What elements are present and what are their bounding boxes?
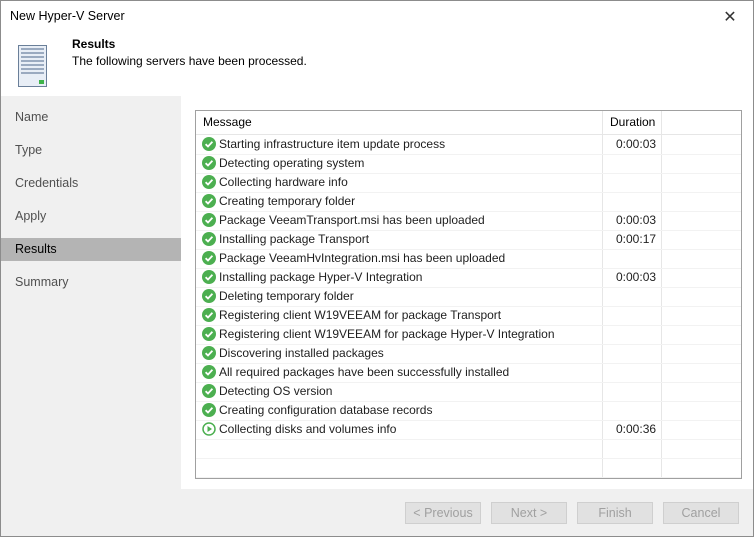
row-message: Collecting hardware info <box>219 175 348 189</box>
success-check-icon <box>202 175 216 189</box>
previous-button[interactable]: < Previous <box>405 502 481 524</box>
sidebar-item-name[interactable]: Name <box>1 106 181 129</box>
sidebar-item-apply[interactable]: Apply <box>1 205 181 228</box>
row-message: Discovering installed packages <box>219 346 384 360</box>
dialog-window: New Hyper-V Server ✕ Results The followi… <box>0 0 754 537</box>
row-message: Detecting operating system <box>219 156 365 170</box>
table-row[interactable]: Detecting OS version <box>196 382 741 402</box>
content-pane: Message Duration Starting infrastructure… <box>181 96 753 489</box>
success-check-icon <box>202 194 216 208</box>
row-message: Installing package Transport <box>219 232 370 246</box>
row-message: Registering client W19VEEAM for package … <box>219 327 555 341</box>
in-progress-icon <box>202 422 216 436</box>
row-message: Collecting disks and volumes info <box>219 422 397 436</box>
success-check-icon <box>202 156 216 170</box>
sidebar-item-summary[interactable]: Summary <box>1 271 181 294</box>
cancel-button[interactable]: Cancel <box>663 502 739 524</box>
table-row[interactable]: Deleting temporary folder <box>196 287 741 307</box>
title-bar: New Hyper-V Server ✕ <box>1 1 753 32</box>
page-title: Results <box>72 37 116 51</box>
table-row[interactable]: Starting infrastructure item update proc… <box>196 135 741 155</box>
row-message: Creating configuration database records <box>219 403 433 417</box>
finish-button[interactable]: Finish <box>577 502 653 524</box>
table-row[interactable]: Package VeeamHvIntegration.msi has been … <box>196 249 741 269</box>
table-row[interactable]: Collecting disks and volumes info 0:00:36 <box>196 420 741 440</box>
table-row[interactable]: Discovering installed packages <box>196 344 741 364</box>
row-duration: 0:00:36 <box>616 422 657 436</box>
table-row[interactable]: Registering client W19VEEAM for package … <box>196 325 741 345</box>
row-message: Package VeeamHvIntegration.msi has been … <box>219 251 506 265</box>
column-header-duration[interactable]: Duration <box>610 115 655 129</box>
sidebar-item-type[interactable]: Type <box>1 139 181 162</box>
success-check-icon <box>202 384 216 398</box>
row-message: Detecting OS version <box>219 384 333 398</box>
next-button[interactable]: Next > <box>491 502 567 524</box>
row-message: Starting infrastructure item update proc… <box>219 137 446 151</box>
table-row[interactable]: All required packages have been successf… <box>196 363 741 383</box>
row-message: Installing package Hyper-V Integration <box>219 270 423 284</box>
row-duration: 0:00:03 <box>616 270 657 284</box>
sidebar-item-credentials[interactable]: Credentials <box>1 172 181 195</box>
success-check-icon <box>202 308 216 322</box>
row-message: All required packages have been successf… <box>219 365 510 379</box>
wizard-header: Results The following servers have been … <box>1 32 753 96</box>
table-row[interactable]: Package VeeamTransport.msi has been uplo… <box>196 211 741 231</box>
wizard-steps-sidebar: Name Type Credentials Apply Results Summ… <box>1 96 181 489</box>
empty-row <box>196 439 741 459</box>
sidebar-item-results[interactable]: Results <box>1 238 181 261</box>
success-check-icon <box>202 403 216 417</box>
empty-row <box>196 458 741 478</box>
row-duration: 0:00:17 <box>616 232 657 246</box>
row-duration: 0:00:03 <box>616 213 657 227</box>
success-check-icon <box>202 346 216 360</box>
server-icon <box>18 45 47 87</box>
success-check-icon <box>202 327 216 341</box>
row-message: Registering client W19VEEAM for package … <box>219 308 502 322</box>
success-check-icon <box>202 251 216 265</box>
row-duration: 0:00:03 <box>616 137 657 151</box>
table-row[interactable]: Creating configuration database records <box>196 401 741 421</box>
row-message: Creating temporary folder <box>219 194 356 208</box>
column-header-message[interactable]: Message <box>203 115 252 129</box>
table-row[interactable]: Registering client W19VEEAM for package … <box>196 306 741 326</box>
page-subtitle: The following servers have been processe… <box>72 54 307 68</box>
success-check-icon <box>202 289 216 303</box>
table-row[interactable]: Collecting hardware info <box>196 173 741 193</box>
success-check-icon <box>202 137 216 151</box>
table-row[interactable]: Installing package Hyper-V Integration 0:… <box>196 268 741 288</box>
success-check-icon <box>202 270 216 284</box>
table-row[interactable]: Creating temporary folder <box>196 192 741 212</box>
success-check-icon <box>202 232 216 246</box>
table-header: Message Duration <box>196 111 741 135</box>
table-row[interactable]: Installing package Transport 0:00:17 <box>196 230 741 250</box>
row-message: Package VeeamTransport.msi has been uplo… <box>219 213 485 227</box>
row-message: Deleting temporary folder <box>219 289 354 303</box>
success-check-icon <box>202 365 216 379</box>
table-row[interactable]: Detecting operating system <box>196 154 741 174</box>
close-icon[interactable]: ✕ <box>707 1 753 32</box>
results-log-table[interactable]: Message Duration Starting infrastructure… <box>195 110 742 479</box>
success-check-icon <box>202 213 216 227</box>
window-title: New Hyper-V Server <box>10 9 125 23</box>
button-bar: < Previous Next > Finish Cancel <box>1 489 753 536</box>
